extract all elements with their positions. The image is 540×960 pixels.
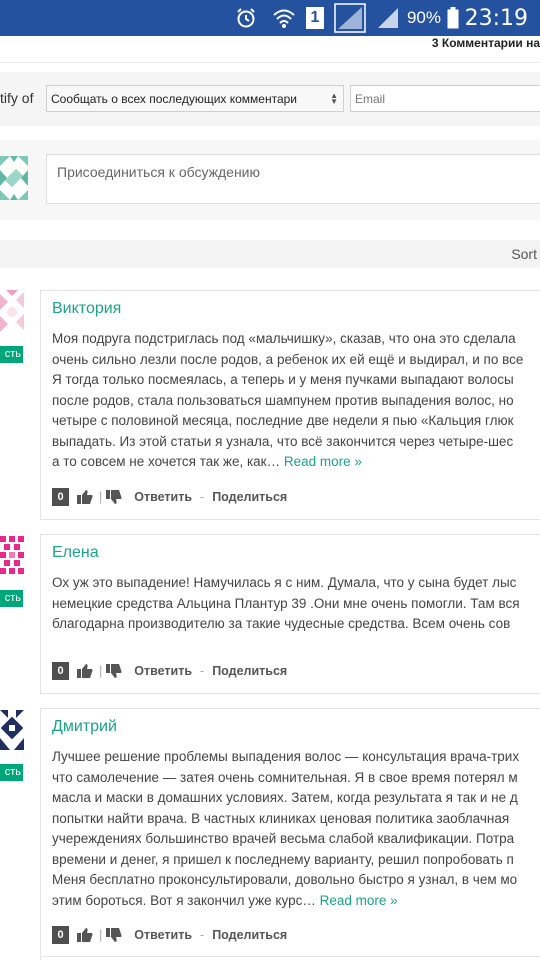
share-link[interactable]: Поделиться [212, 928, 287, 942]
vote-count: 0 [52, 488, 69, 506]
comment-card: Виктория Моя подруга подстриглась под «м… [40, 290, 540, 520]
avatar [0, 156, 28, 200]
comment-line: после родов, стала пользоваться шампунем… [52, 392, 514, 408]
battery-percent: 90% [406, 8, 441, 27]
battery-icon [445, 0, 461, 36]
clock: 23:19 [464, 5, 528, 31]
sim-label: 1 [306, 7, 324, 29]
signal-off-icon [333, 0, 367, 36]
comment-line: а то совсем не хочется так же, как… [52, 454, 281, 469]
comment-count: 3 Комментарии на [431, 36, 540, 50]
subscribe-bar: tify of Сообщать о всех последующих комм… [0, 72, 540, 126]
comment-line: Я тогда только посмеялась, а теперь и у … [52, 372, 514, 387]
comment-body: Лучшее решение проблемы выпадения волос … [52, 747, 540, 911]
read-more-link[interactable]: Read more » [320, 893, 398, 908]
comment-line: очень сильно лезли после родов, а ребено… [52, 351, 524, 367]
vote-count: 0 [52, 926, 69, 944]
comment-card: Дмитрий Лучшее решение проблемы выпадени… [40, 708, 540, 960]
comment-line: Моя подруга подстриглась под «мальчишку»… [52, 331, 516, 346]
reply-link[interactable]: Ответить [134, 928, 192, 942]
notify-label: tify of [0, 90, 34, 106]
comment-actions: 0 | Ответить - Поделиться [52, 487, 287, 507]
vote-count: 0 [52, 662, 69, 680]
comment-line-last: этим бороться. Вот я закончил уже курс… … [52, 891, 540, 912]
reply-tag[interactable]: сть [0, 590, 23, 607]
notify-select-value: Сообщать о всех последующих комментари [51, 92, 298, 106]
reply-tag[interactable]: сть [0, 764, 23, 781]
comment-actions: 0 | Ответить - Поделиться [52, 661, 287, 681]
vote-separator: | [99, 490, 103, 504]
comment-line-last: а то совсем не хочется так же, как… Read… [52, 452, 540, 473]
comment-line: что самолечение — затея очень сомнительн… [52, 769, 518, 785]
join-input[interactable]: Присоединиться к обсуждению [46, 154, 540, 204]
email-field[interactable]: Email [350, 85, 540, 112]
comment: сть Дмитрий Лучшее решение проблемы выпа… [0, 708, 540, 960]
comment-line: учереждениях большинство врачей весьма с… [52, 831, 515, 846]
comment: сть Елена Ох уж это выпадение! Намучилас… [0, 534, 540, 694]
thumbs-down-icon[interactable] [106, 489, 122, 505]
share-link[interactable]: Поделиться [212, 664, 287, 678]
thumbs-up-icon[interactable] [77, 927, 93, 943]
reply-link[interactable]: Ответить [134, 490, 192, 504]
action-separator: - [200, 664, 205, 678]
alarm-icon [233, 0, 259, 36]
read-more-link[interactable]: Read more » [284, 454, 362, 469]
select-arrows-icon: ▲ ▼ [330, 91, 338, 106]
comment-body: Ох уж это выпадение! Намучилась я с ним.… [52, 573, 540, 635]
comment-line: благодарна производителю за такие чудесн… [52, 616, 511, 631]
action-separator: - [200, 928, 205, 942]
thumbs-down-icon[interactable] [106, 663, 122, 679]
vote-separator: | [99, 664, 103, 678]
thumbs-up-icon[interactable] [77, 489, 93, 505]
comment-line: Ох уж это выпадение! Намучилась я с ним.… [52, 575, 517, 590]
comment-line: времени и денег, я пришел к последнему в… [52, 851, 514, 867]
avatar [0, 708, 24, 752]
action-separator: - [200, 490, 205, 504]
join-discussion: Присоединиться к обсуждению [0, 140, 540, 220]
comment-actions: 0 | Ответить - Поделиться [52, 925, 287, 945]
divider [0, 62, 540, 63]
notify-select[interactable]: Сообщать о всех последующих комментари ▲… [46, 85, 344, 112]
comment: сть Виктория Моя подруга подстриглась по… [0, 290, 540, 520]
comment-body: Моя подруга подстриглась под «мальчишку»… [52, 329, 540, 473]
comment-line: Меня бесплатно проконсультировали, довол… [52, 872, 518, 887]
comment-line: Лучшее решение проблемы выпадения волос … [52, 749, 520, 764]
share-link[interactable]: Поделиться [212, 490, 287, 504]
comment-line: немецкие средства Альцина Плантур 39 .Он… [52, 595, 520, 611]
thumbs-down-icon[interactable] [106, 927, 122, 943]
sim-icon: 1 [305, 0, 325, 36]
sort-button[interactable]: Sort [511, 246, 537, 262]
vote-separator: | [99, 928, 103, 942]
status-bar: 1 90% 23:19 [0, 0, 540, 36]
comment-card: Елена Ох уж это выпадение! Намучилась я … [40, 534, 540, 694]
avatar [0, 290, 24, 332]
signal-icon [375, 0, 401, 36]
comment-line: этим бороться. Вот я закончил уже курс… [52, 892, 316, 908]
divider [40, 956, 540, 957]
reply-link[interactable]: Ответить [134, 664, 192, 678]
avatar [0, 534, 24, 578]
thumbs-up-icon[interactable] [77, 663, 93, 679]
wifi-icon [270, 0, 298, 36]
comment-line: четыре с половиной месяца, последние две… [52, 413, 514, 428]
reply-tag[interactable]: сть [0, 346, 23, 363]
comment-author[interactable]: Елена [52, 544, 99, 562]
comment-line: масла и маски в домашних условиях. Затем… [52, 790, 518, 805]
sort-bar: Sort [0, 240, 540, 268]
comment-line: попытки найти врача. В частных клиниках … [52, 810, 510, 826]
comment-author[interactable]: Виктория [52, 300, 121, 318]
comment-author[interactable]: Дмитрий [52, 718, 117, 736]
comment-line: выпадать. Из этой статьи я узнала, что в… [52, 433, 514, 449]
